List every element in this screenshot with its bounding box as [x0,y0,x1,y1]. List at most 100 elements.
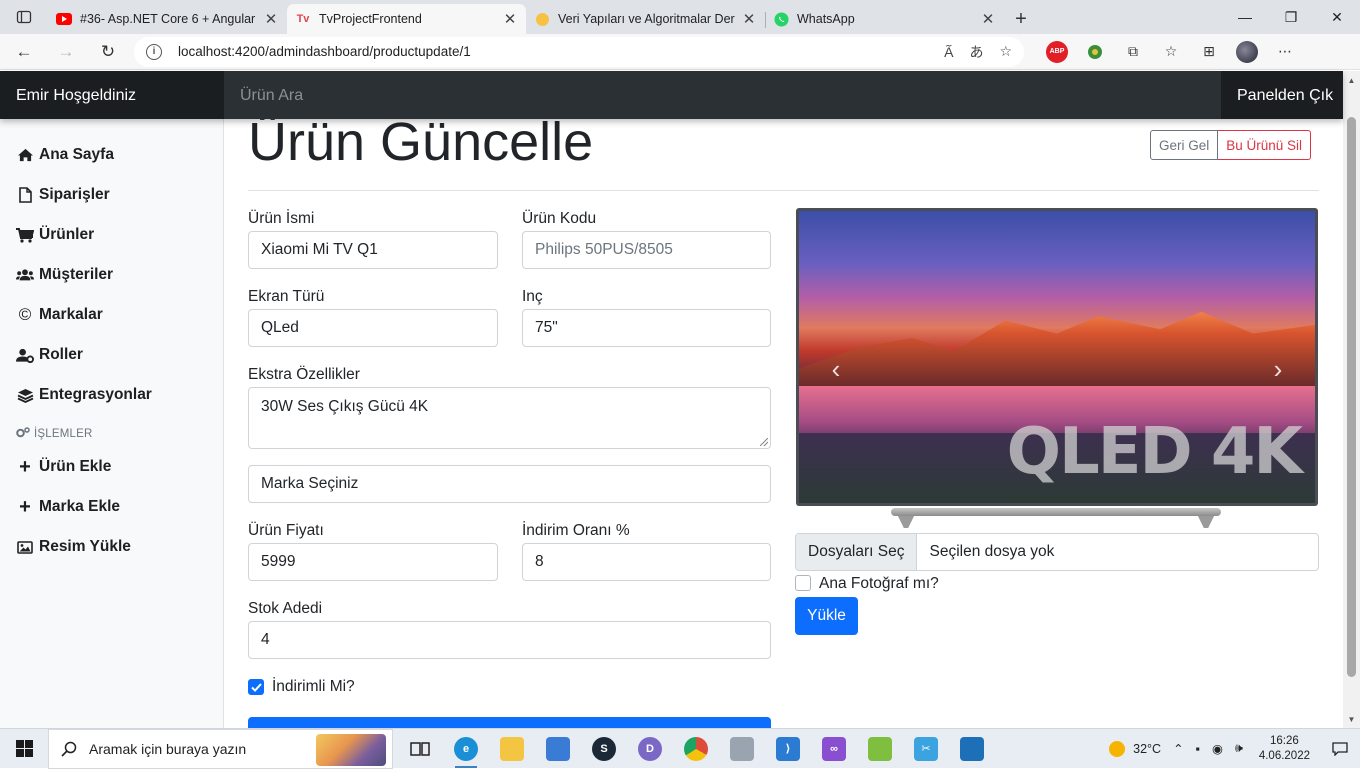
site-info-icon[interactable]: i [146,43,162,60]
choose-files-button[interactable]: Dosyaları Seç [796,534,918,570]
store-icon[interactable] [535,729,581,769]
product-code-input[interactable]: Philips 50PUS/8505 [522,231,771,269]
profile-avatar[interactable] [1236,40,1258,63]
discounted-checkbox[interactable] [248,679,264,695]
main-photo-checkbox[interactable] [795,575,811,591]
youtube-icon [56,11,72,27]
address-toolbar: ← → ↻ i localhost:4200/admindashboard/pr… [0,34,1360,70]
network-icon[interactable]: ◉ [1212,741,1223,756]
whatsapp-icon [773,11,789,27]
read-aloud-icon[interactable]: A᷉ [944,44,953,60]
steam-icon[interactable]: S [581,729,627,769]
close-tab-icon[interactable]: ✕ [741,10,757,28]
extra-features-textarea[interactable]: 30W Ses Çıkış Gücü 4K [248,387,771,449]
discord-icon[interactable]: D [627,729,673,769]
translate-icon[interactable]: あ [969,42,983,62]
chevron-right-icon: › [1273,353,1283,384]
image-icon [16,540,34,554]
close-window-icon[interactable]: ✕ [1314,0,1360,34]
chart-app-icon[interactable] [719,729,765,769]
volume-icon[interactable]: 🕪 [1235,741,1243,756]
browser-tab[interactable]: WhatsApp ✕ [765,4,1004,34]
back-button[interactable]: Geri Gel [1149,130,1219,160]
back-button[interactable]: ← [6,36,42,68]
forward-button[interactable]: → [48,36,84,68]
cart-icon [16,227,34,243]
sidebar-item-products[interactable]: Ürünler [0,215,223,255]
product-name-input[interactable]: Xiaomi Mi TV Q1 [248,231,498,269]
sidebar-item-add-brand[interactable]: + Marka Ekle [0,487,223,527]
check-icon [250,682,262,692]
taskbar-search[interactable]: Aramak için buraya yazın [48,728,393,769]
image-file-input[interactable]: Dosyaları Seç Seçilen dosya yok [795,533,1319,571]
refresh-button[interactable]: ↻ [90,36,126,68]
screen-type-input[interactable]: QLed [248,309,498,347]
sidebar-item-brands[interactable]: © Markalar [0,295,223,335]
restore-icon[interactable]: ❐ [1268,0,1314,34]
notifications-icon[interactable] [1320,741,1360,756]
update-submit-button[interactable] [248,717,771,728]
sidebar-heading-label: İŞLEMLER [34,428,93,440]
address-bar[interactable]: i localhost:4200/admindashboard/productu… [134,36,1024,67]
sidebar-item-label: Ana Sayfa [39,146,114,163]
scroll-up-icon[interactable]: ▲ [1343,73,1360,87]
signout-link[interactable]: Panelden Çık [1221,71,1343,119]
start-button[interactable] [0,729,48,769]
carousel-next-button[interactable]: › [1266,354,1290,384]
windows-taskbar: Aramak için buraya yazın e S D ⟩ ∞ ✂ 32°… [0,728,1360,769]
discount-input[interactable]: 8 [522,543,771,581]
stock-input[interactable]: 4 [248,621,771,659]
tab-actions-button[interactable] [0,0,48,34]
browser-tab[interactable]: Veri Yapıları ve Algoritmalar Ders ✕ [526,4,765,34]
visual-studio-icon[interactable]: ∞ [811,729,857,769]
carousel-prev-button[interactable]: ‹ [824,354,848,384]
weather-widget[interactable]: 32°C [1109,740,1161,757]
scroll-down-icon[interactable]: ▼ [1343,712,1360,726]
sidebar-item-integrations[interactable]: Entegrasyonlar [0,375,223,415]
brand-select[interactable]: Marka Seçiniz [248,465,771,503]
browser-tab-active[interactable]: Tv TvProjectFrontend ✕ [287,4,526,34]
stock-label: Stok Adedi [248,600,323,617]
chevron-up-icon[interactable]: ⌃ [1173,741,1183,756]
url-text[interactable]: localhost:4200/admindashboard/productupd… [178,44,928,59]
photos-icon[interactable] [949,729,995,769]
product-search-input[interactable]: Ürün Ara [224,71,1221,119]
delete-product-button[interactable]: Bu Ürünü Sil [1218,130,1311,160]
favorites-icon[interactable]: ☆ [1160,41,1182,63]
puzzle-icon[interactable]: ⧉ [1122,41,1144,63]
scrollbar-thumb[interactable] [1347,117,1356,677]
vscode-icon[interactable]: ⟩ [765,729,811,769]
sidebar-item-roles[interactable]: Roller [0,335,223,375]
close-tab-icon[interactable]: ✕ [263,10,279,28]
minimize-icon[interactable]: — [1222,0,1268,34]
navbar-brand[interactable]: Emir Hoşgeldiniz [0,71,224,119]
sidebar-item-orders[interactable]: Siparişler [0,175,223,215]
file-explorer-icon[interactable] [489,729,535,769]
price-input[interactable]: 5999 [248,543,498,581]
browser-tab[interactable]: #36- Asp.NET Core 6 + Angular 1 ✕ [48,4,287,34]
taskbar-clock[interactable]: 16:26 4.06.2022 [1259,734,1310,764]
upload-button[interactable]: Yükle [795,597,858,635]
task-view-icon[interactable] [397,729,443,769]
sidebar-item-label: Roller [39,346,83,363]
paint-icon[interactable] [857,729,903,769]
edge-icon[interactable]: e [443,729,489,769]
sidebar-item-home[interactable]: Ana Sayfa [0,135,223,175]
collections-icon[interactable]: ⊞ [1198,41,1220,63]
snip-icon[interactable]: ✂ [903,729,949,769]
sidebar-item-upload-image[interactable]: Resim Yükle [0,527,223,567]
chrome-icon[interactable] [673,729,719,769]
adblock-icon[interactable]: ABP [1046,40,1068,63]
page-scrollbar[interactable]: ▲ ▼ [1343,71,1360,728]
extension-globe-icon[interactable] [1084,41,1106,63]
close-tab-icon[interactable]: ✕ [502,10,518,28]
more-icon[interactable]: ⋯ [1274,41,1296,63]
tray-app-icon[interactable]: ▪ [1196,742,1200,756]
close-tab-icon[interactable]: ✕ [980,10,996,28]
sidebar-item-customers[interactable]: Müşteriler [0,255,223,295]
sidebar-item-label: Marka Ekle [39,498,120,515]
sidebar-item-add-product[interactable]: + Ürün Ekle [0,447,223,487]
new-tab-button[interactable]: + [1004,4,1038,34]
inch-input[interactable]: 75" [522,309,771,347]
add-favorite-icon[interactable]: ☆ [999,43,1012,60]
